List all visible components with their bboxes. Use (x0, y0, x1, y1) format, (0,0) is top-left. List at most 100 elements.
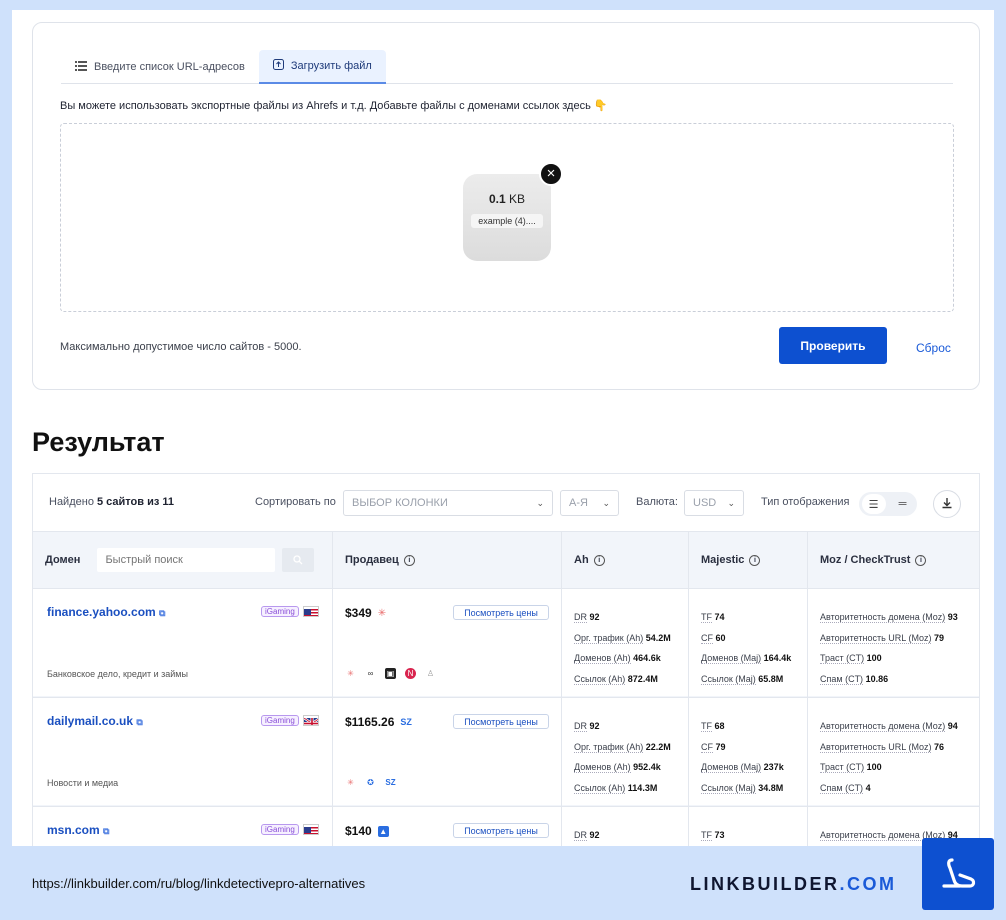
metric-value: 237k (763, 762, 784, 772)
vendor-icon[interactable]: ✪ (365, 777, 376, 788)
metric-value: 76 (933, 741, 944, 752)
found-count-value: 5 сайтов из 11 (97, 496, 174, 508)
price: $140 ▲ (345, 824, 389, 838)
sort-order-select[interactable]: А-Я ⌄ (560, 490, 619, 516)
remove-file-button[interactable]: × (539, 162, 563, 186)
tab-upload-file[interactable]: Загрузить файл (258, 50, 386, 84)
domain-link[interactable]: msn.com ⧉ (47, 823, 109, 837)
us-flag-icon (303, 824, 319, 835)
ah-traffic: Орг. трафик (Ah) 22.2M (574, 737, 671, 758)
table-row: dailymail.co.uk ⧉ iGaming Новости и меди… (33, 697, 979, 806)
metric-label: Авторитетность URL (Moz) (820, 632, 932, 644)
seller-cell: $140 ▲ Посмотреть цены (333, 807, 562, 846)
column-domain-label: Домен (45, 554, 81, 566)
results-panel: Найдено 5 сайтов из 11 Сортировать по ВЫ… (32, 473, 980, 846)
view-prices-button[interactable]: Посмотреть цены (453, 605, 549, 620)
metric-label: CF (701, 632, 713, 644)
results-toolbar: Найдено 5 сайтов из 11 Сортировать по ВЫ… (33, 474, 979, 532)
metric-label: DR (574, 612, 587, 623)
vendor-icon[interactable]: ▣ (385, 668, 396, 679)
currency-label: Валюта: (636, 496, 678, 508)
vendor-icon[interactable]: SZ (385, 777, 396, 788)
metric-label: TF (701, 612, 712, 623)
moz-cell: Авторитетность домена (Moz) 93 Авторитет… (808, 589, 979, 697)
file-size-unit: KB (509, 192, 526, 206)
ah-metrics: DR 92 Орг. трафик (Ah) 22.2M Доменов (Ah… (574, 716, 671, 798)
metric-label: Авторитетность домена (Moz) (820, 612, 946, 623)
maj-tf: TF 74 (701, 607, 791, 628)
external-link-icon: ⧉ (103, 826, 110, 836)
ah-cell: DR 92 Орг. трафик (Ah) 54.2M Доменов (Ah… (562, 589, 689, 697)
domain-name: finance.yahoo.com (47, 605, 156, 619)
metric-label: Спам (CT) (820, 782, 864, 794)
moz-da: Авторитетность домена (Moz) 93 (820, 607, 958, 628)
metric-value: 79 (933, 632, 944, 643)
view-type-label: Тип отображения (761, 496, 850, 508)
domain-category: Банковское дело, кредит и займы (47, 669, 188, 679)
domain-cell: msn.com ⧉ iGaming (33, 807, 333, 846)
tab-url-list[interactable]: Введите список URL-адресов (61, 50, 259, 84)
info-icon[interactable]: i (593, 554, 605, 566)
footer-url: https://linkbuilder.com/ru/blog/linkdete… (32, 876, 366, 891)
info-icon[interactable]: i (915, 554, 927, 566)
file-dropzone[interactable]: 0.1 KB example (4).... × (60, 123, 954, 312)
sort-column-value: ВЫБОР КОЛОНКИ (352, 497, 448, 509)
metric-label: Ссылок (Ah) (574, 782, 626, 794)
view-prices-button[interactable]: Посмотреть цены (453, 714, 549, 729)
reset-button[interactable]: Сброс (916, 341, 951, 355)
download-button[interactable] (933, 490, 961, 518)
file-size-value: 0.1 (488, 192, 506, 206)
view-prices-button[interactable]: Посмотреть цены (453, 823, 549, 838)
domain-cell: dailymail.co.uk ⧉ iGaming Новости и меди… (33, 698, 333, 806)
us-flag-icon (303, 606, 319, 617)
metric-value: 114.3M (627, 782, 658, 793)
table-row: finance.yahoo.com ⧉ iGaming Банковское д… (33, 588, 979, 697)
price: $349 ✳ (345, 606, 386, 620)
domain-name: msn.com (47, 823, 100, 837)
currency-select[interactable]: USD ⌄ (684, 490, 744, 516)
info-icon[interactable]: i (749, 554, 761, 566)
quick-search-input[interactable] (97, 548, 276, 572)
moz-metrics: Авторитетность домена (Moz) 93 Авторитет… (820, 607, 958, 689)
column-moz: Moz / CheckTrust i (808, 532, 979, 588)
view-toggle: ☰ ═ (859, 492, 917, 516)
ct-spam: Спам (CT) 10.86 (820, 669, 958, 690)
metric-value: 93 (947, 612, 958, 622)
metric-label: CF (701, 741, 713, 753)
check-button[interactable]: Проверить (779, 327, 887, 364)
metric-value: 100 (866, 653, 882, 663)
metric-value: 100 (866, 762, 882, 772)
sort-column-select[interactable]: ВЫБОР КОЛОНКИ ⌄ (343, 490, 553, 516)
vendor-icon[interactable]: ✳ (345, 668, 356, 679)
file-name: example (4).... (471, 214, 543, 228)
currency-value: USD (693, 497, 717, 509)
vendor-icons: ✳ ∞ ▣ N ♙ (345, 668, 436, 679)
view-compact-option[interactable]: ═ (891, 494, 915, 514)
vendor-icon[interactable]: ✳ (345, 777, 356, 788)
search-button[interactable] (282, 548, 315, 572)
metric-label: Спам (CT) (820, 673, 864, 685)
metric-value: 164.4k (763, 653, 792, 663)
ah-domains: Доменов (Ah) 464.6k (574, 648, 671, 669)
price-value: $140 (345, 824, 372, 838)
domain-link[interactable]: dailymail.co.uk ⧉ (47, 714, 143, 728)
maj-tf: TF 68 (701, 716, 784, 737)
maj-tf: TF 73 (701, 825, 725, 846)
seller-icon: SZ (400, 717, 412, 727)
view-list-option[interactable]: ☰ (861, 494, 886, 514)
column-majestic-label: Majestic (701, 554, 745, 566)
vendor-icon[interactable]: N (405, 668, 416, 679)
vendor-icon[interactable]: ∞ (365, 668, 376, 679)
found-prefix: Найдено (49, 496, 94, 508)
linkbuilder-logo (922, 838, 994, 910)
info-icon[interactable]: i (403, 554, 415, 566)
domain-link[interactable]: finance.yahoo.com ⧉ (47, 605, 165, 619)
metric-value: 92 (589, 830, 600, 840)
external-link-icon: ⧉ (136, 717, 143, 727)
metric-value: 92 (589, 612, 600, 622)
vendor-icon[interactable]: ♙ (425, 668, 436, 679)
list-view-icon: ☰ (868, 498, 879, 511)
ah-domains: Доменов (Ah) 952.4k (574, 757, 671, 778)
metric-label: Доменов (Maj) (701, 762, 762, 773)
search-icon (293, 555, 303, 565)
